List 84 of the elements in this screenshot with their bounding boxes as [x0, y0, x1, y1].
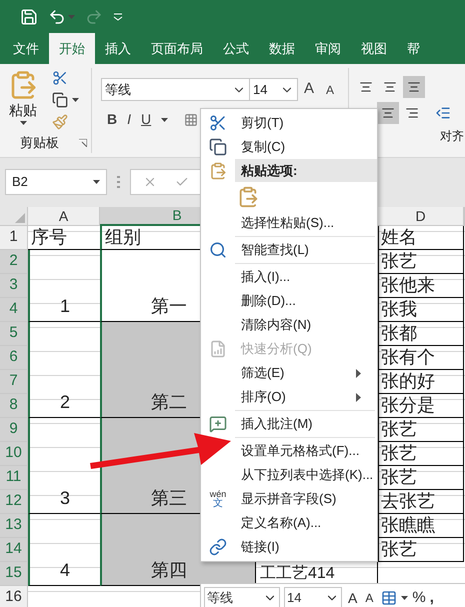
launcher-icon[interactable]	[79, 139, 87, 147]
scissors-icon[interactable]	[52, 70, 68, 86]
undo-icon[interactable]	[48, 8, 66, 26]
paste-button[interactable]: 粘贴	[0, 68, 46, 133]
ribbon-tab[interactable]: 视图	[351, 33, 397, 64]
row-header[interactable]: 12	[0, 490, 28, 514]
row-header[interactable]: 15	[0, 562, 28, 586]
column-header[interactable]: D	[378, 207, 464, 226]
font-name-field[interactable]: 等线	[101, 78, 250, 101]
font-name-field[interactable]: 等线	[204, 587, 280, 607]
copy-icon[interactable]	[52, 92, 68, 108]
horizontal-align-button[interactable]	[377, 102, 399, 124]
align-icon	[359, 80, 373, 94]
ribbon-tab[interactable]: 文件	[3, 33, 49, 64]
ribbon-tab[interactable]: 数据	[259, 33, 305, 64]
row-header[interactable]: 7	[0, 370, 28, 394]
drag-handle-icon[interactable]	[117, 176, 120, 188]
font-size-field[interactable]: 14	[284, 587, 342, 607]
customize-caret-icon[interactable]	[113, 12, 123, 20]
search-icon	[209, 241, 227, 259]
font-size-value: 14	[287, 589, 302, 607]
column-header[interactable]: A	[28, 207, 100, 226]
row-header[interactable]: 5	[0, 322, 28, 346]
cell-style-icon[interactable]	[381, 590, 398, 606]
row-header[interactable]: 6	[0, 346, 28, 370]
menu-item[interactable]: 复制(C)	[241, 137, 377, 157]
row-header[interactable]: 11	[0, 466, 28, 490]
caret-icon	[93, 180, 100, 184]
shrink-font-button[interactable]: A	[365, 589, 374, 607]
copy-icon	[209, 138, 227, 156]
comment-icon	[209, 415, 227, 433]
menu-item[interactable]: 剪切(T)	[241, 113, 377, 133]
ribbon-tab[interactable]: 插入	[95, 33, 141, 64]
ribbon-tab[interactable]: 开始	[49, 33, 95, 64]
group-label: 剪贴板	[20, 134, 59, 152]
align-center-icon	[381, 106, 395, 120]
pinyin-icon: wén 文	[210, 490, 226, 508]
shrink-font-button[interactable]: A	[326, 80, 334, 98]
clipboard-icon	[209, 162, 227, 180]
grow-font-button[interactable]: A	[304, 78, 314, 101]
indent-icon[interactable]	[435, 105, 451, 121]
caret-icon	[161, 118, 168, 122]
ribbon-tab[interactable]: 帮	[397, 33, 430, 64]
redo-icon	[85, 8, 103, 26]
row-header[interactable]: 9	[0, 418, 28, 442]
font-size-value: 14	[253, 80, 268, 99]
row-header[interactable]: 1	[0, 226, 28, 250]
ribbon-tab[interactable]: 公式	[213, 33, 259, 64]
row-header[interactable]: 4	[0, 298, 28, 322]
grow-font-button[interactable]: A	[348, 588, 358, 607]
group-label: 对齐	[440, 128, 464, 145]
quick-analysis-icon	[209, 340, 227, 358]
align-icon	[383, 80, 397, 94]
table-cell: 序号	[28, 226, 100, 250]
bold-button[interactable]: B	[107, 109, 118, 130]
font-name-value: 等线	[207, 589, 233, 607]
row-header[interactable]: 14	[0, 538, 28, 562]
percent-button[interactable]: %	[412, 586, 426, 607]
undo-caret-icon	[68, 14, 75, 18]
caret-icon	[72, 98, 79, 102]
paste-options-header: 粘贴选项:	[235, 159, 377, 182]
name-box[interactable]: B2	[5, 169, 107, 195]
comma-button[interactable]: ,	[430, 586, 434, 607]
caret-icon	[20, 121, 26, 125]
align-icon	[407, 80, 421, 94]
caret-icon	[401, 596, 408, 600]
vertical-align-button[interactable]	[403, 76, 425, 98]
row-header[interactable]: 8	[0, 394, 28, 418]
row-header[interactable]: 2	[0, 250, 28, 274]
scissors-icon	[209, 114, 227, 132]
link-icon	[209, 538, 227, 556]
italic-button[interactable]: I	[127, 109, 132, 130]
save-icon[interactable]	[20, 8, 38, 26]
row-header[interactable]: 13	[0, 514, 28, 538]
font-name-value: 等线	[105, 80, 131, 99]
align-right-icon	[405, 106, 419, 120]
row-header[interactable]: 16	[0, 586, 28, 607]
row-header[interactable]: 3	[0, 274, 28, 298]
row-header[interactable]: 10	[0, 442, 28, 466]
borders-icon[interactable]	[184, 112, 198, 126]
underline-button[interactable]: U	[141, 109, 152, 130]
font-size-field[interactable]: 14	[250, 78, 298, 101]
ribbon-tab[interactable]: 审阅	[305, 33, 351, 64]
ribbon-tab[interactable]: 页面布局	[141, 33, 213, 64]
